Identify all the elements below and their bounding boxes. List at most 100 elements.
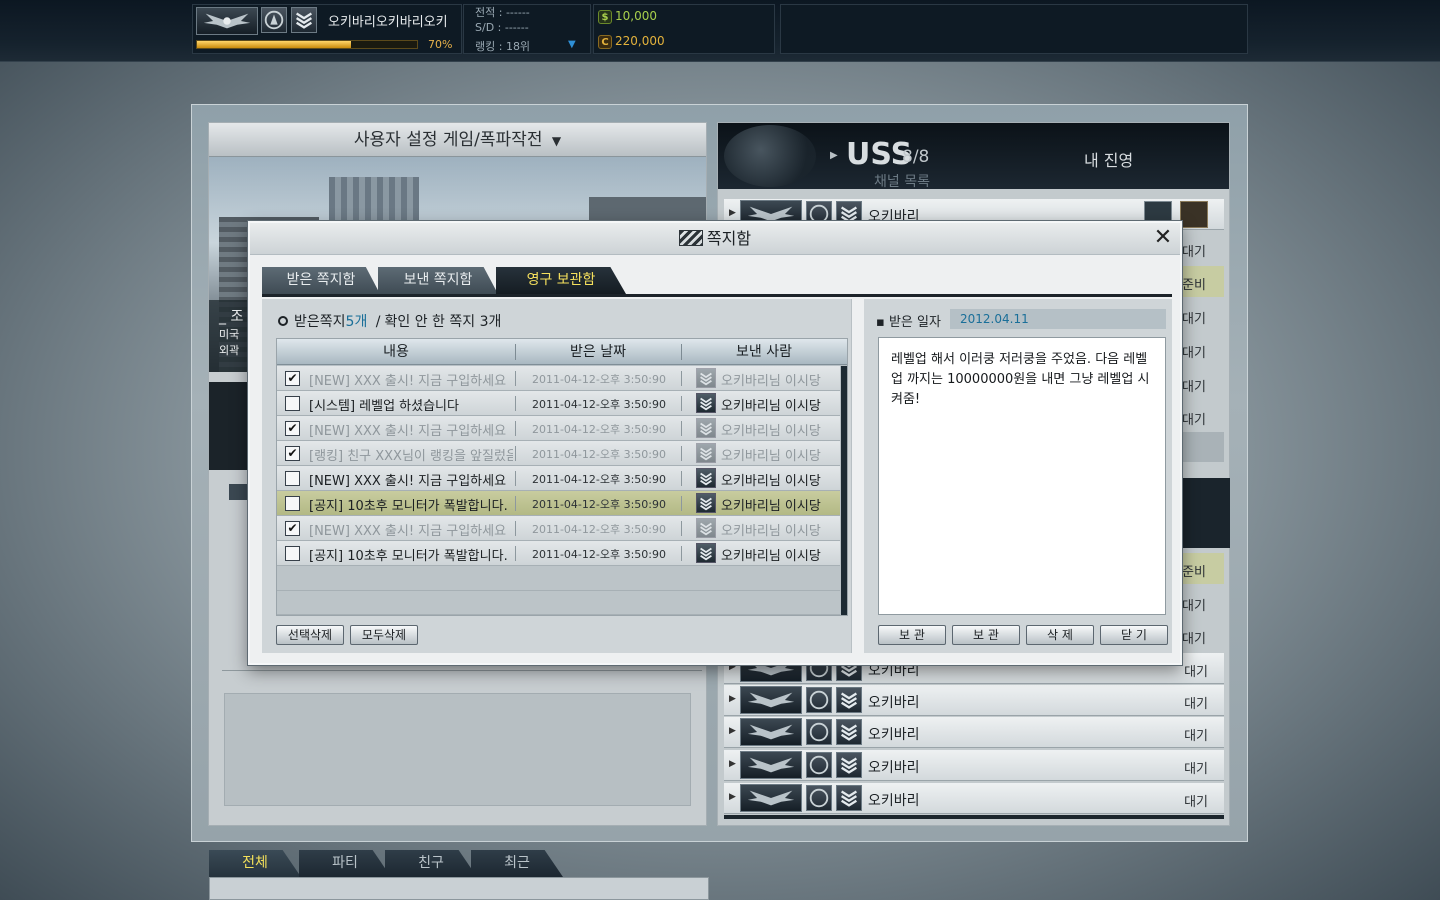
mailbox-tabs: 받은 쪽지함 보낸 쪽지함 영구 보관함 <box>262 267 1172 297</box>
player-status: 대기 <box>1184 697 1208 712</box>
map-info-line2: 외곽 <box>219 344 240 357</box>
column-sender[interactable]: 보낸 사람 <box>681 339 847 365</box>
row-checkbox[interactable] <box>285 496 300 511</box>
message-sender: 오키바리님 이시당 <box>721 474 821 489</box>
tab-sent[interactable]: 보낸 쪽지함 <box>378 267 498 294</box>
player-status: 대기 <box>1182 632 1206 647</box>
table-header: 내용 받은 날짜 보낸 사람 <box>277 339 847 365</box>
column-divider <box>515 421 516 436</box>
player-status: 대기 <box>1184 795 1208 810</box>
channel-list-label: 채널 목록 <box>874 174 930 190</box>
team-header: ▶ USS 8/8 내 진영 채널 목록 <box>718 123 1229 190</box>
scrollbar[interactable] <box>841 366 847 615</box>
column-divider <box>681 446 682 461</box>
message-sender: 오키바리님 이시당 <box>721 374 821 389</box>
row-checkbox[interactable] <box>285 546 300 561</box>
left-dark-strip <box>209 382 249 470</box>
column-content[interactable]: 내용 <box>277 339 515 365</box>
column-divider <box>515 471 516 486</box>
chat-tab-all[interactable]: 전체 <box>209 850 301 877</box>
ranking-dropdown-icon[interactable]: ▼ <box>568 39 576 50</box>
table-row[interactable]: ✔ [NEW] XXX 출시! 지금 구입하세요 2011-04-12-오후 3:5… <box>277 416 840 441</box>
player-row[interactable]: ▶ 오키바리 대기 <box>724 783 1224 814</box>
column-divider <box>681 521 682 536</box>
rank-wings-icon <box>196 7 258 35</box>
clan-emblem-icon <box>806 719 832 745</box>
row-checkbox[interactable]: ✔ <box>285 421 300 436</box>
player-status: 대기 <box>1182 599 1206 614</box>
player-status: 대기 <box>1184 665 1208 680</box>
player-row[interactable]: ▶ 오키바리 대기 <box>724 717 1224 748</box>
expand-arrow-icon: ▶ <box>729 208 736 218</box>
delete-all-button[interactable]: 모두삭제 <box>350 625 418 645</box>
column-divider <box>515 546 516 561</box>
column-date[interactable]: 받은 날짜 <box>515 339 681 365</box>
chat-input[interactable] <box>209 877 709 900</box>
table-row[interactable]: ✔ [랭킹] 친구 XXX님이 랭킹을 앞질렀음. 2011-04-12-오후 3:… <box>277 441 840 466</box>
summary-separator: / <box>375 314 381 330</box>
player-name: 오키바리오키바리오키 <box>328 15 448 30</box>
table-row[interactable]: [시스템] 레벨업 하셨습니다 2011-04-12-오후 3:50:90 오키바리… <box>277 391 840 416</box>
column-divider <box>515 521 516 536</box>
tab-inbox[interactable]: 받은 쪽지함 <box>262 267 380 294</box>
player-name: 오키바리 <box>868 727 920 743</box>
chat-tab-party[interactable]: 파티 <box>299 850 391 877</box>
expand-arrow-icon: ▶ <box>729 759 736 769</box>
message-subject: [NEW] XXX 출시! 지금 구입하세요 <box>309 474 507 489</box>
row-checkbox[interactable]: ✔ <box>285 521 300 536</box>
sd-text: S/D : ------ <box>475 21 529 34</box>
tab-archive[interactable]: 영구 보관함 <box>496 267 626 294</box>
row-checkbox[interactable] <box>285 471 300 486</box>
rank-chevron-icon <box>836 752 862 778</box>
play-arrow-icon: ▶ <box>830 150 838 161</box>
game-mode-title: 사용자 설정 게임/폭파작전 <box>353 130 543 150</box>
message-date: 2011-04-12-오후 3:50:90 <box>531 523 667 536</box>
cash-icon: C <box>598 35 612 49</box>
xp-percent: 70% <box>428 38 453 51</box>
delete-selected-button[interactable]: 선택삭제 <box>276 625 344 645</box>
sender-rank-icon <box>696 543 716 563</box>
player-name: 오키바리 <box>868 695 920 711</box>
stripes-icon <box>678 230 703 246</box>
table-row[interactable]: ✔ [NEW] XXX 출시! 지금 구입하세요 2011-04-12-오후 3:5… <box>277 366 840 391</box>
table-row[interactable]: [공지] 10초후 모니터가 폭발합니다. 2011-04-12-오후 3:50:… <box>277 541 840 566</box>
summary-label: 받은쪽지 <box>294 314 346 330</box>
player-row[interactable]: ▶ 오키바리 대기 <box>724 750 1224 781</box>
table-row[interactable]: [공지] 10초후 모니터가 폭발합니다. 2011-04-12-오후 3:50:… <box>277 491 840 516</box>
row-checkbox[interactable] <box>285 396 300 411</box>
rank-chevron-icon <box>836 687 862 713</box>
message-date: 2011-04-12-오후 3:50:90 <box>531 448 667 461</box>
table-row[interactable]: ✔ [NEW] XXX 출시! 지금 구입하세요 2011-04-12-오후 3:5… <box>277 516 840 541</box>
chevron-down-icon: ▼ <box>551 134 562 148</box>
message-date: 2011-04-12-오후 3:50:90 <box>531 423 667 436</box>
game-mode-selector[interactable]: 사용자 설정 게임/폭파작전 ▼ <box>209 123 706 157</box>
chat-tab-friends[interactable]: 친구 <box>385 850 477 877</box>
message-body: 레벨업 해서 이러쿵 저러쿵을 주었음. 다음 레벨업 까지는 10000000… <box>878 337 1166 615</box>
sender-rank-icon <box>696 393 716 413</box>
message-subject: [NEW] XXX 출시! 지금 구입하세요 <box>309 424 507 439</box>
dollar-balance: $10,000 <box>598 9 657 24</box>
table-row[interactable]: [NEW] XXX 출시! 지금 구입하세요 2011-04-12-오후 3:50… <box>277 466 840 491</box>
message-date: 2011-04-12-오후 3:50:90 <box>531 548 667 561</box>
archive-button-2[interactable]: 보 관 <box>952 625 1020 645</box>
player-status: 대기 <box>1182 346 1206 361</box>
chat-tab-recent[interactable]: 최근 <box>471 850 563 877</box>
message-sender: 오키바리님 이시당 <box>721 399 821 414</box>
delete-button[interactable]: 삭 제 <box>1026 625 1094 645</box>
rank-wings-icon <box>740 686 802 714</box>
close-button[interactable]: 닫 기 <box>1100 625 1168 645</box>
sender-rank-icon <box>696 368 716 388</box>
top-empty-panel <box>780 4 1248 54</box>
archive-button[interactable]: 보 관 <box>878 625 946 645</box>
sender-rank-icon <box>696 518 716 538</box>
message-subject: [시스템] 레벨업 하셨습니다 <box>309 399 459 414</box>
row-checkbox[interactable]: ✔ <box>285 446 300 461</box>
rank-chevron-icon <box>291 7 317 33</box>
summary-count: 5개 <box>345 314 368 330</box>
xp-bar <box>196 40 418 49</box>
close-icon[interactable]: ✕ <box>1152 227 1174 249</box>
message-sender: 오키바리님 이시당 <box>721 449 821 464</box>
player-row[interactable]: ▶ 오키바리 대기 <box>724 685 1224 716</box>
row-checkbox[interactable]: ✔ <box>285 371 300 386</box>
summary-unread: 확인 안 한 쪽지 3개 <box>384 314 502 330</box>
